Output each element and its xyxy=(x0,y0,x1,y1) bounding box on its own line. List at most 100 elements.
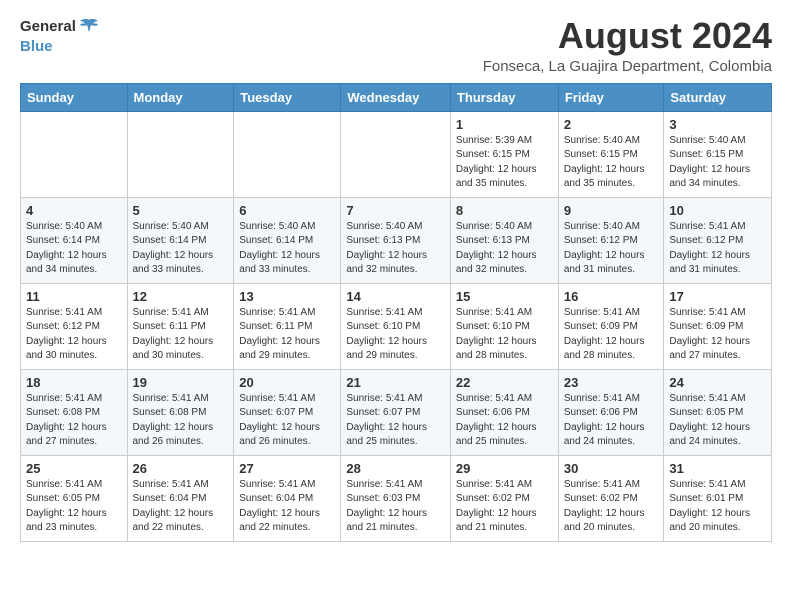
col-monday: Monday xyxy=(127,83,234,111)
month-year: August 2024 xyxy=(483,16,772,56)
calendar-cell-3-4: 22 Sunrise: 5:41 AMSunset: 6:06 PMDayligh… xyxy=(450,369,558,455)
day-info: Sunrise: 5:41 AMSunset: 6:08 PMDaylight:… xyxy=(133,392,229,450)
day-number: 4 xyxy=(26,203,122,218)
day-info: Sunrise: 5:40 AMSunset: 6:15 PMDaylight:… xyxy=(669,134,766,192)
col-friday: Friday xyxy=(558,83,664,111)
day-number: 27 xyxy=(239,461,335,476)
logo-text: General Blue xyxy=(20,16,100,55)
week-row-1: 1Sunrise: 5:39 AMSunset: 6:15 PMDaylight… xyxy=(21,111,772,197)
day-number: 26 xyxy=(133,461,229,476)
day-info: Sunrise: 5:41 AMSunset: 6:11 PMDaylight:… xyxy=(239,306,335,364)
day-number: 14 xyxy=(346,289,445,304)
calendar-cell-4-2: 27 Sunrise: 5:41 AMSunset: 6:04 PMDayligh… xyxy=(234,455,341,541)
day-number: 21 xyxy=(346,375,445,390)
logo: General Blue xyxy=(20,16,100,55)
day-number: 16 xyxy=(564,289,659,304)
day-info: Sunrise: 5:39 AMSunset: 6:15 PMDaylight:… xyxy=(456,134,553,192)
day-info: Sunrise: 5:41 AMSunset: 6:04 PMDaylight:… xyxy=(133,478,229,536)
day-info: Sunrise: 5:41 AMSunset: 6:09 PMDaylight:… xyxy=(669,306,766,364)
calendar-cell-2-2: 13 Sunrise: 5:41 AMSunset: 6:11 PMDayligh… xyxy=(234,283,341,369)
day-number: 29 xyxy=(456,461,553,476)
calendar-cell-3-3: 21 Sunrise: 5:41 AMSunset: 6:07 PMDayligh… xyxy=(341,369,451,455)
calendar-cell-4-4: 29 Sunrise: 5:41 AMSunset: 6:02 PMDayligh… xyxy=(450,455,558,541)
day-number: 17 xyxy=(669,289,766,304)
day-info: Sunrise: 5:41 AMSunset: 6:07 PMDaylight:… xyxy=(346,392,445,450)
week-row-3: 11Sunrise: 5:41 AMSunset: 6:12 PMDayligh… xyxy=(21,283,772,369)
calendar-cell-1-1: 5 Sunrise: 5:40 AMSunset: 6:14 PMDaylight… xyxy=(127,197,234,283)
day-info: Sunrise: 5:41 AMSunset: 6:06 PMDaylight:… xyxy=(564,392,659,450)
calendar-cell-0-0 xyxy=(21,111,128,197)
col-saturday: Saturday xyxy=(664,83,772,111)
day-info: Sunrise: 5:41 AMSunset: 6:11 PMDaylight:… xyxy=(133,306,229,364)
day-info: Sunrise: 5:41 AMSunset: 6:02 PMDaylight:… xyxy=(456,478,553,536)
title-block: August 2024 Fonseca, La Guajira Departme… xyxy=(483,16,772,75)
day-info: Sunrise: 5:41 AMSunset: 6:10 PMDaylight:… xyxy=(456,306,553,364)
day-number: 28 xyxy=(346,461,445,476)
day-info: Sunrise: 5:41 AMSunset: 6:02 PMDaylight:… xyxy=(564,478,659,536)
day-number: 25 xyxy=(26,461,122,476)
day-info: Sunrise: 5:41 AMSunset: 6:06 PMDaylight:… xyxy=(456,392,553,450)
week-row-4: 18 Sunrise: 5:41 AMSunset: 6:08 PMDayligh… xyxy=(21,369,772,455)
calendar-cell-3-5: 23 Sunrise: 5:41 AMSunset: 6:06 PMDayligh… xyxy=(558,369,664,455)
calendar-cell-1-4: 8Sunrise: 5:40 AMSunset: 6:13 PMDaylight… xyxy=(450,197,558,283)
day-number: 7 xyxy=(346,203,445,218)
calendar-cell-3-0: 18 Sunrise: 5:41 AMSunset: 6:08 PMDayligh… xyxy=(21,369,128,455)
calendar-cell-0-5: 2 Sunrise: 5:40 AMSunset: 6:15 PMDaylight… xyxy=(558,111,664,197)
calendar-cell-0-1 xyxy=(127,111,234,197)
calendar-cell-4-3: 28 Sunrise: 5:41 AMSunset: 6:03 PMDayligh… xyxy=(341,455,451,541)
day-info: Sunrise: 5:40 AMSunset: 6:14 PMDaylight:… xyxy=(133,220,229,278)
day-number: 10 xyxy=(669,203,766,218)
day-number: 11 xyxy=(26,289,122,304)
day-number: 20 xyxy=(239,375,335,390)
day-info: Sunrise: 5:41 AMSunset: 6:12 PMDaylight:… xyxy=(669,220,766,278)
week-row-5: 25Sunrise: 5:41 AMSunset: 6:05 PMDayligh… xyxy=(21,455,772,541)
day-number: 18 xyxy=(26,375,122,390)
calendar-cell-2-5: 16 Sunrise: 5:41 AMSunset: 6:09 PMDayligh… xyxy=(558,283,664,369)
day-info: Sunrise: 5:40 AMSunset: 6:12 PMDaylight:… xyxy=(564,220,659,278)
day-number: 23 xyxy=(564,375,659,390)
day-info: Sunrise: 5:41 AMSunset: 6:03 PMDaylight:… xyxy=(346,478,445,536)
day-number: 22 xyxy=(456,375,553,390)
col-tuesday: Tuesday xyxy=(234,83,341,111)
calendar-cell-2-1: 12 Sunrise: 5:41 AMSunset: 6:11 PMDayligh… xyxy=(127,283,234,369)
calendar-cell-0-4: 1Sunrise: 5:39 AMSunset: 6:15 PMDaylight… xyxy=(450,111,558,197)
day-info: Sunrise: 5:40 AMSunset: 6:14 PMDaylight:… xyxy=(26,220,122,278)
day-number: 13 xyxy=(239,289,335,304)
calendar-cell-3-1: 19 Sunrise: 5:41 AMSunset: 6:08 PMDayligh… xyxy=(127,369,234,455)
bird-icon xyxy=(78,16,100,38)
day-info: Sunrise: 5:40 AMSunset: 6:13 PMDaylight:… xyxy=(456,220,553,278)
day-number: 19 xyxy=(133,375,229,390)
calendar-cell-0-2 xyxy=(234,111,341,197)
day-number: 3 xyxy=(669,117,766,132)
day-info: Sunrise: 5:40 AMSunset: 6:15 PMDaylight:… xyxy=(564,134,659,192)
calendar: Sunday Monday Tuesday Wednesday Thursday… xyxy=(20,83,772,542)
day-info: Sunrise: 5:41 AMSunset: 6:04 PMDaylight:… xyxy=(239,478,335,536)
day-info: Sunrise: 5:40 AMSunset: 6:14 PMDaylight:… xyxy=(239,220,335,278)
day-info: Sunrise: 5:41 AMSunset: 6:08 PMDaylight:… xyxy=(26,392,122,450)
col-thursday: Thursday xyxy=(450,83,558,111)
col-wednesday: Wednesday xyxy=(341,83,451,111)
day-number: 5 xyxy=(133,203,229,218)
day-number: 2 xyxy=(564,117,659,132)
calendar-cell-2-0: 11Sunrise: 5:41 AMSunset: 6:12 PMDayligh… xyxy=(21,283,128,369)
calendar-cell-2-6: 17 Sunrise: 5:41 AMSunset: 6:09 PMDayligh… xyxy=(664,283,772,369)
day-number: 24 xyxy=(669,375,766,390)
day-info: Sunrise: 5:41 AMSunset: 6:05 PMDaylight:… xyxy=(669,392,766,450)
calendar-header-row: Sunday Monday Tuesday Wednesday Thursday… xyxy=(21,83,772,111)
calendar-cell-3-6: 24 Sunrise: 5:41 AMSunset: 6:05 PMDayligh… xyxy=(664,369,772,455)
page: General Blue August 2024 Fonseca, La Gua… xyxy=(0,0,792,558)
calendar-cell-1-2: 6 Sunrise: 5:40 AMSunset: 6:14 PMDaylight… xyxy=(234,197,341,283)
day-number: 12 xyxy=(133,289,229,304)
day-info: Sunrise: 5:41 AMSunset: 6:09 PMDaylight:… xyxy=(564,306,659,364)
day-info: Sunrise: 5:41 AMSunset: 6:01 PMDaylight:… xyxy=(669,478,766,536)
calendar-cell-1-6: 10 Sunrise: 5:41 AMSunset: 6:12 PMDayligh… xyxy=(664,197,772,283)
week-row-2: 4 Sunrise: 5:40 AMSunset: 6:14 PMDaylight… xyxy=(21,197,772,283)
day-number: 9 xyxy=(564,203,659,218)
day-number: 15 xyxy=(456,289,553,304)
day-info: Sunrise: 5:41 AMSunset: 6:10 PMDaylight:… xyxy=(346,306,445,364)
calendar-cell-4-6: 31 Sunrise: 5:41 AMSunset: 6:01 PMDayligh… xyxy=(664,455,772,541)
day-number: 31 xyxy=(669,461,766,476)
day-number: 6 xyxy=(239,203,335,218)
day-info: Sunrise: 5:41 AMSunset: 6:07 PMDaylight:… xyxy=(239,392,335,450)
calendar-cell-4-5: 30Sunrise: 5:41 AMSunset: 6:02 PMDayligh… xyxy=(558,455,664,541)
